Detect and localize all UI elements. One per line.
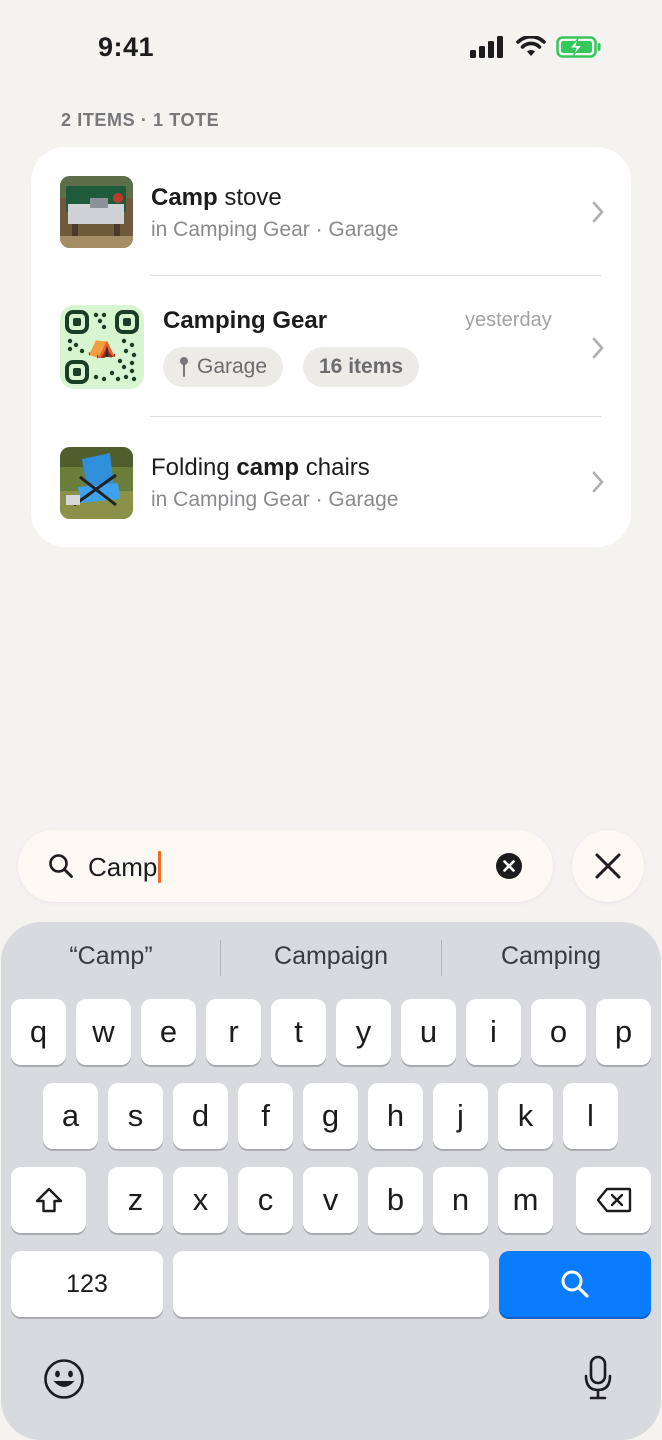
key-t[interactable]: t: [271, 999, 326, 1065]
chevron-right-icon: [592, 201, 604, 223]
location-chip: Garage: [163, 347, 284, 387]
key-r[interactable]: r: [206, 999, 261, 1065]
key-l[interactable]: l: [563, 1083, 618, 1149]
wifi-icon: [516, 36, 546, 56]
camp-stove-location: in Camping Gear · Garage: [151, 218, 399, 241]
location-pin-icon: [180, 357, 188, 377]
key-d[interactable]: d: [173, 1083, 228, 1149]
numbers-key[interactable]: 123: [11, 1251, 163, 1317]
result-row-folding-camp-chairs[interactable]: Folding camp chairs in Camping Gear · Ga…: [31, 417, 631, 547]
search-value: Camp: [88, 851, 162, 883]
signal-icon: [470, 36, 503, 58]
keyboard: “Camp” Campaign Camping q w e r t y u i …: [1, 922, 661, 1440]
status-icons: [470, 36, 602, 58]
microphone-icon[interactable]: [583, 1355, 613, 1401]
suggestion-divider: [441, 940, 442, 976]
tote-qr-code: ⛺: [60, 305, 144, 389]
status-bar: 9:41: [0, 0, 662, 100]
key-h[interactable]: h: [368, 1083, 423, 1149]
camp-stove-title: Camp stove: [151, 184, 282, 211]
key-o[interactable]: o: [531, 999, 586, 1065]
result-row-camping-gear-tote[interactable]: ⛺ Camping Gear yesterday Garage 16 items: [31, 276, 631, 416]
key-s[interactable]: s: [108, 1083, 163, 1149]
battery-charging-icon: [556, 36, 601, 58]
key-u[interactable]: u: [401, 999, 456, 1065]
suggestion-bar: “Camp” Campaign Camping: [1, 922, 661, 994]
camping-gear-title: Camping Gear: [163, 307, 328, 334]
search-key[interactable]: [499, 1251, 651, 1317]
results-card: Camp stove in Camping Gear · Garage ⛺ Ca…: [31, 147, 631, 547]
close-icon: [595, 853, 621, 879]
location-chip-label: Garage: [197, 355, 268, 378]
key-m[interactable]: m: [498, 1167, 553, 1233]
chevron-right-icon: [592, 471, 604, 493]
clear-icon[interactable]: [496, 853, 522, 879]
status-time: 9:41: [98, 32, 155, 62]
key-j[interactable]: j: [433, 1083, 488, 1149]
key-e[interactable]: e: [141, 999, 196, 1065]
item-count-chip: 16 items: [303, 347, 420, 387]
key-z[interactable]: z: [108, 1167, 163, 1233]
chevron-right-icon: [592, 337, 604, 359]
camp-chairs-photo: [60, 447, 133, 519]
suggestion-item[interactable]: “Camp”: [21, 942, 201, 971]
space-key[interactable]: [173, 1251, 489, 1317]
key-i[interactable]: i: [466, 999, 521, 1065]
search-icon: [561, 1270, 589, 1298]
camp-chairs-location: in Camping Gear · Garage: [151, 488, 399, 511]
backspace-icon: [596, 1187, 631, 1213]
emoji-icon[interactable]: [43, 1358, 85, 1400]
key-q[interactable]: q: [11, 999, 66, 1065]
suggestion-divider: [220, 940, 221, 976]
key-a[interactable]: a: [43, 1083, 98, 1149]
cancel-search-button[interactable]: [572, 830, 644, 902]
key-b[interactable]: b: [368, 1167, 423, 1233]
key-f[interactable]: f: [238, 1083, 293, 1149]
search-input[interactable]: Camp: [18, 830, 553, 902]
suggestion-item[interactable]: Campaign: [241, 942, 421, 971]
camp-stove-photo: [60, 176, 133, 248]
search-icon: [49, 854, 73, 878]
key-y[interactable]: y: [336, 999, 391, 1065]
text-caret: [158, 851, 162, 883]
key-g[interactable]: g: [303, 1083, 358, 1149]
key-k[interactable]: k: [498, 1083, 553, 1149]
backspace-key[interactable]: [576, 1167, 651, 1233]
key-x[interactable]: x: [173, 1167, 228, 1233]
key-v[interactable]: v: [303, 1167, 358, 1233]
suggestion-item[interactable]: Camping: [461, 942, 641, 971]
key-w[interactable]: w: [76, 999, 131, 1065]
key-n[interactable]: n: [433, 1167, 488, 1233]
camp-chairs-title: Folding camp chairs: [151, 454, 370, 481]
shift-key[interactable]: [11, 1167, 86, 1233]
camping-gear-timestamp: yesterday: [465, 309, 552, 331]
result-row-camp-stove[interactable]: Camp stove in Camping Gear · Garage: [31, 147, 631, 275]
key-p[interactable]: p: [596, 999, 651, 1065]
tent-icon: ⛺: [87, 332, 117, 359]
shift-icon: [35, 1187, 62, 1213]
results-summary: 2 ITEMS · 1 TOTE: [61, 110, 220, 130]
key-c[interactable]: c: [238, 1167, 293, 1233]
